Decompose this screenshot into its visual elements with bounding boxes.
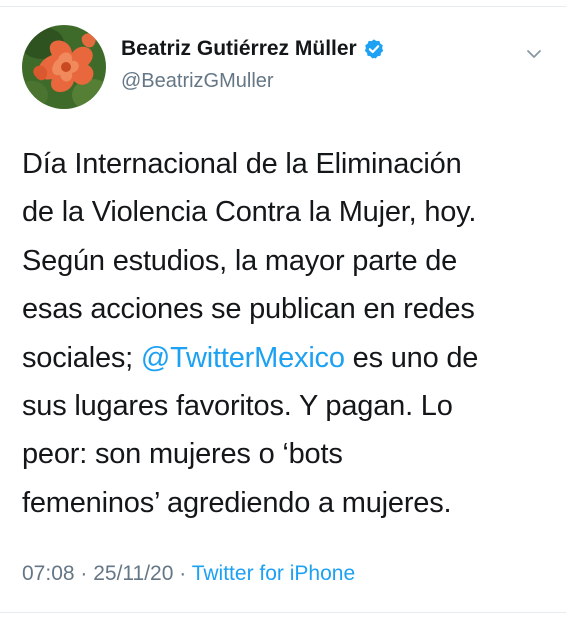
author-name[interactable]: Beatriz Gutiérrez Müller [121, 37, 385, 61]
bottom-divider [0, 612, 566, 613]
tweet-line: esas acciones se publican en redes [22, 293, 475, 326]
author-handle[interactable]: @BeatrizGMuller [121, 70, 274, 93]
tweet-time[interactable]: 07:08 [22, 562, 75, 585]
tweet-line: Día Internacional de la Eliminación [22, 148, 462, 180]
tweet-metadata: 07:08 · 25/11/20 · Twitter for iPhone [22, 562, 355, 586]
tweet-line: sus lugares favoritos. Y pagan. Lo [22, 390, 453, 423]
author-name-text: Beatriz Gutiérrez Müller [121, 37, 357, 60]
meta-separator: · [173, 562, 192, 585]
avatar[interactable] [22, 25, 106, 109]
tweet-date[interactable]: 25/11/20 [93, 562, 173, 585]
chevron-down-icon[interactable] [520, 40, 548, 68]
tweet-text-segment: sociales; [22, 341, 141, 374]
tweet-text: Día Internacional de la Eliminación de l… [22, 140, 552, 527]
meta-separator: · [74, 562, 94, 585]
tweet-line: Según estudios, la mayor parte de [22, 244, 458, 277]
tweet-text-segment: es uno de [344, 341, 479, 374]
verified-badge-icon [363, 38, 385, 60]
tweet-line: peor: son mujeres o ‘bots [22, 438, 343, 471]
tweet-line: de la Violencia Contra la Mujer, hoy. [22, 196, 477, 229]
tweet-source-link[interactable]: Twitter for iPhone [192, 562, 355, 585]
mention-link[interactable]: @TwitterMexico [141, 342, 345, 374]
tweet-line: sociales; @TwitterMexico es uno de [22, 334, 552, 382]
tweet-line: femeninos’ agrediendo a mujeres. [22, 486, 452, 519]
flower-avatar-image [22, 25, 106, 109]
tweet-card: Beatriz Gutiérrez Müller @BeatrizGMuller… [0, 0, 566, 620]
